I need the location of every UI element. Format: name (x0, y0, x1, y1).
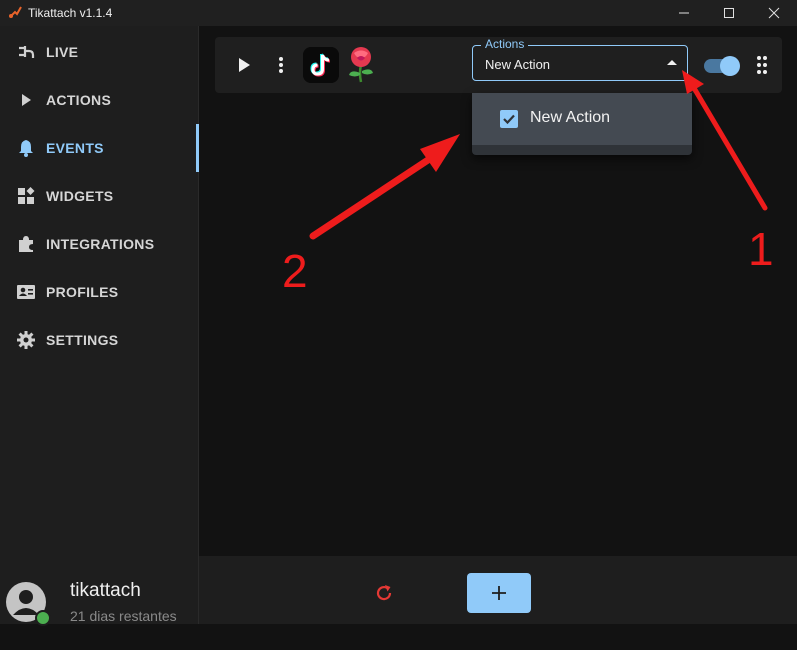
sidebar-item-events[interactable]: EVENTS (0, 124, 199, 172)
minimize-button[interactable] (661, 0, 707, 26)
subscription-days-left: 21 dias restantes (70, 608, 177, 624)
maximize-button[interactable] (706, 0, 752, 26)
plug-icon (16, 42, 36, 62)
add-event-button[interactable] (467, 573, 531, 613)
actions-select-value: New Action (485, 57, 551, 72)
sidebar-item-integrations[interactable]: INTEGRATIONS (0, 224, 198, 264)
actions-dropdown-menu: New Action (472, 93, 692, 155)
close-icon (768, 7, 780, 19)
actions-select[interactable]: Actions New Action (472, 37, 688, 81)
app-logo-icon (9, 6, 22, 18)
sidebar-item-label: ACTIONS (46, 92, 112, 108)
toggle-thumb (720, 56, 740, 76)
checkbox-checked[interactable] (500, 110, 518, 128)
actions-select-label: Actions (481, 37, 529, 51)
sidebar-item-label: WIDGETS (46, 188, 114, 204)
widgets-icon (16, 186, 36, 206)
tiktok-icon (303, 47, 339, 83)
dropdown-option-new-action[interactable]: New Action (472, 93, 692, 145)
sidebar-item-live[interactable]: LIVE (0, 32, 198, 72)
sidebar-item-widgets[interactable]: WIDGETS (0, 176, 198, 216)
puzzle-icon (16, 234, 36, 254)
maximize-icon (724, 8, 734, 18)
caret-up-icon (667, 60, 677, 65)
sidebar-item-label: LIVE (46, 44, 79, 60)
sidebar-item-label: INTEGRATIONS (46, 236, 155, 252)
event-enable-toggle[interactable] (702, 55, 740, 76)
sidebar-item-actions[interactable]: ACTIONS (0, 80, 198, 120)
rose-gift-icon (349, 47, 373, 83)
more-options-icon[interactable] (273, 54, 289, 76)
id-card-icon (16, 282, 36, 302)
username: tikattach (70, 580, 141, 601)
dropdown-option-label: New Action (530, 109, 611, 126)
sidebar-item-settings[interactable]: SETTINGS (0, 320, 198, 360)
annotation-number-1: 1 (748, 223, 774, 275)
plus-icon (492, 586, 506, 600)
check-icon (503, 114, 515, 125)
play-icon (16, 90, 36, 110)
sidebar-item-label: SETTINGS (46, 332, 119, 348)
window-title: Tikattach v1.1.4 (28, 6, 113, 20)
minimize-icon (679, 12, 689, 14)
sidebar-item-profiles[interactable]: PROFILES (0, 272, 198, 312)
user-profile[interactable]: tikattach 21 dias restantes (0, 574, 198, 650)
bell-icon (16, 138, 36, 158)
gear-icon (16, 330, 36, 350)
close-button[interactable] (751, 0, 797, 26)
title-bar: Tikattach v1.1.4 (0, 0, 797, 26)
play-button[interactable] (233, 54, 255, 76)
bottom-toolbar (199, 556, 797, 624)
annotation-number-2: 2 (282, 245, 308, 297)
event-card: Actions New Action (215, 37, 782, 93)
refresh-icon[interactable] (373, 582, 395, 604)
sidebar-item-label: EVENTS (46, 140, 104, 156)
sidebar-item-label: PROFILES (46, 284, 119, 300)
sidebar: LIVE ACTIONS EVENTS WIDGETS INTEGRATIONS… (0, 26, 199, 626)
drag-handle-icon[interactable] (756, 55, 768, 75)
